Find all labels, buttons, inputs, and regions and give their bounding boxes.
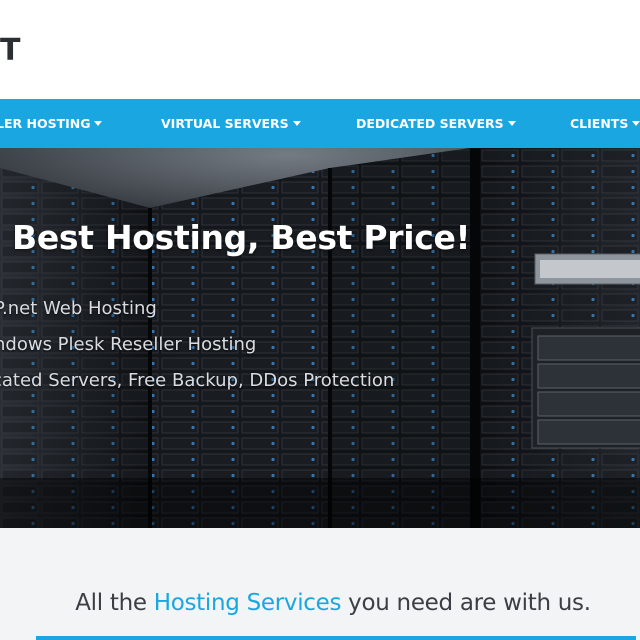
hero-feature-plesk-reseller: ndows Plesk Reseller Hosting xyxy=(0,334,257,355)
site-logo[interactable]: T xyxy=(0,36,20,66)
hero-title: Best Hosting, Best Price! xyxy=(12,218,471,257)
site-header: T xyxy=(0,0,640,99)
nav-item-label: VIRTUAL SERVERS xyxy=(161,116,289,131)
nav-item-label: DEDICATED SERVERS xyxy=(356,116,504,131)
nav-item-reseller-hosting[interactable]: LER HOSTING xyxy=(0,99,103,148)
tagline-highlight: Hosting Services xyxy=(153,590,342,616)
tagline-before: All the xyxy=(75,590,154,616)
nav-item-clients[interactable]: CLIENTS xyxy=(570,99,640,148)
services-band: All the Hosting Services you need are wi… xyxy=(0,528,640,640)
caret-down-icon xyxy=(632,121,640,126)
nav-item-label: CLIENTS xyxy=(570,116,629,131)
caret-down-icon xyxy=(94,121,103,126)
tagline-after: you need are with us. xyxy=(341,590,591,616)
hero-banner: Best Hosting, Best Price! P.net Web Host… xyxy=(0,148,640,528)
nav-item-dedicated-servers[interactable]: DEDICATED SERVERS xyxy=(356,99,516,148)
caret-down-icon xyxy=(292,121,301,126)
caret-down-icon xyxy=(507,121,516,126)
hero-feature-asp-net: P.net Web Hosting xyxy=(0,298,157,319)
services-tagline: All the Hosting Services you need are wi… xyxy=(0,590,640,616)
hero-feature-dedicated-servers: cated Servers, Free Backup, DDos Protect… xyxy=(0,370,395,391)
main-nav: LER HOSTING VIRTUAL SERVERS DEDICATED SE… xyxy=(0,99,640,148)
nav-item-label: LER HOSTING xyxy=(0,116,91,131)
accent-rule xyxy=(36,636,636,640)
nav-item-virtual-servers[interactable]: VIRTUAL SERVERS xyxy=(161,99,301,148)
